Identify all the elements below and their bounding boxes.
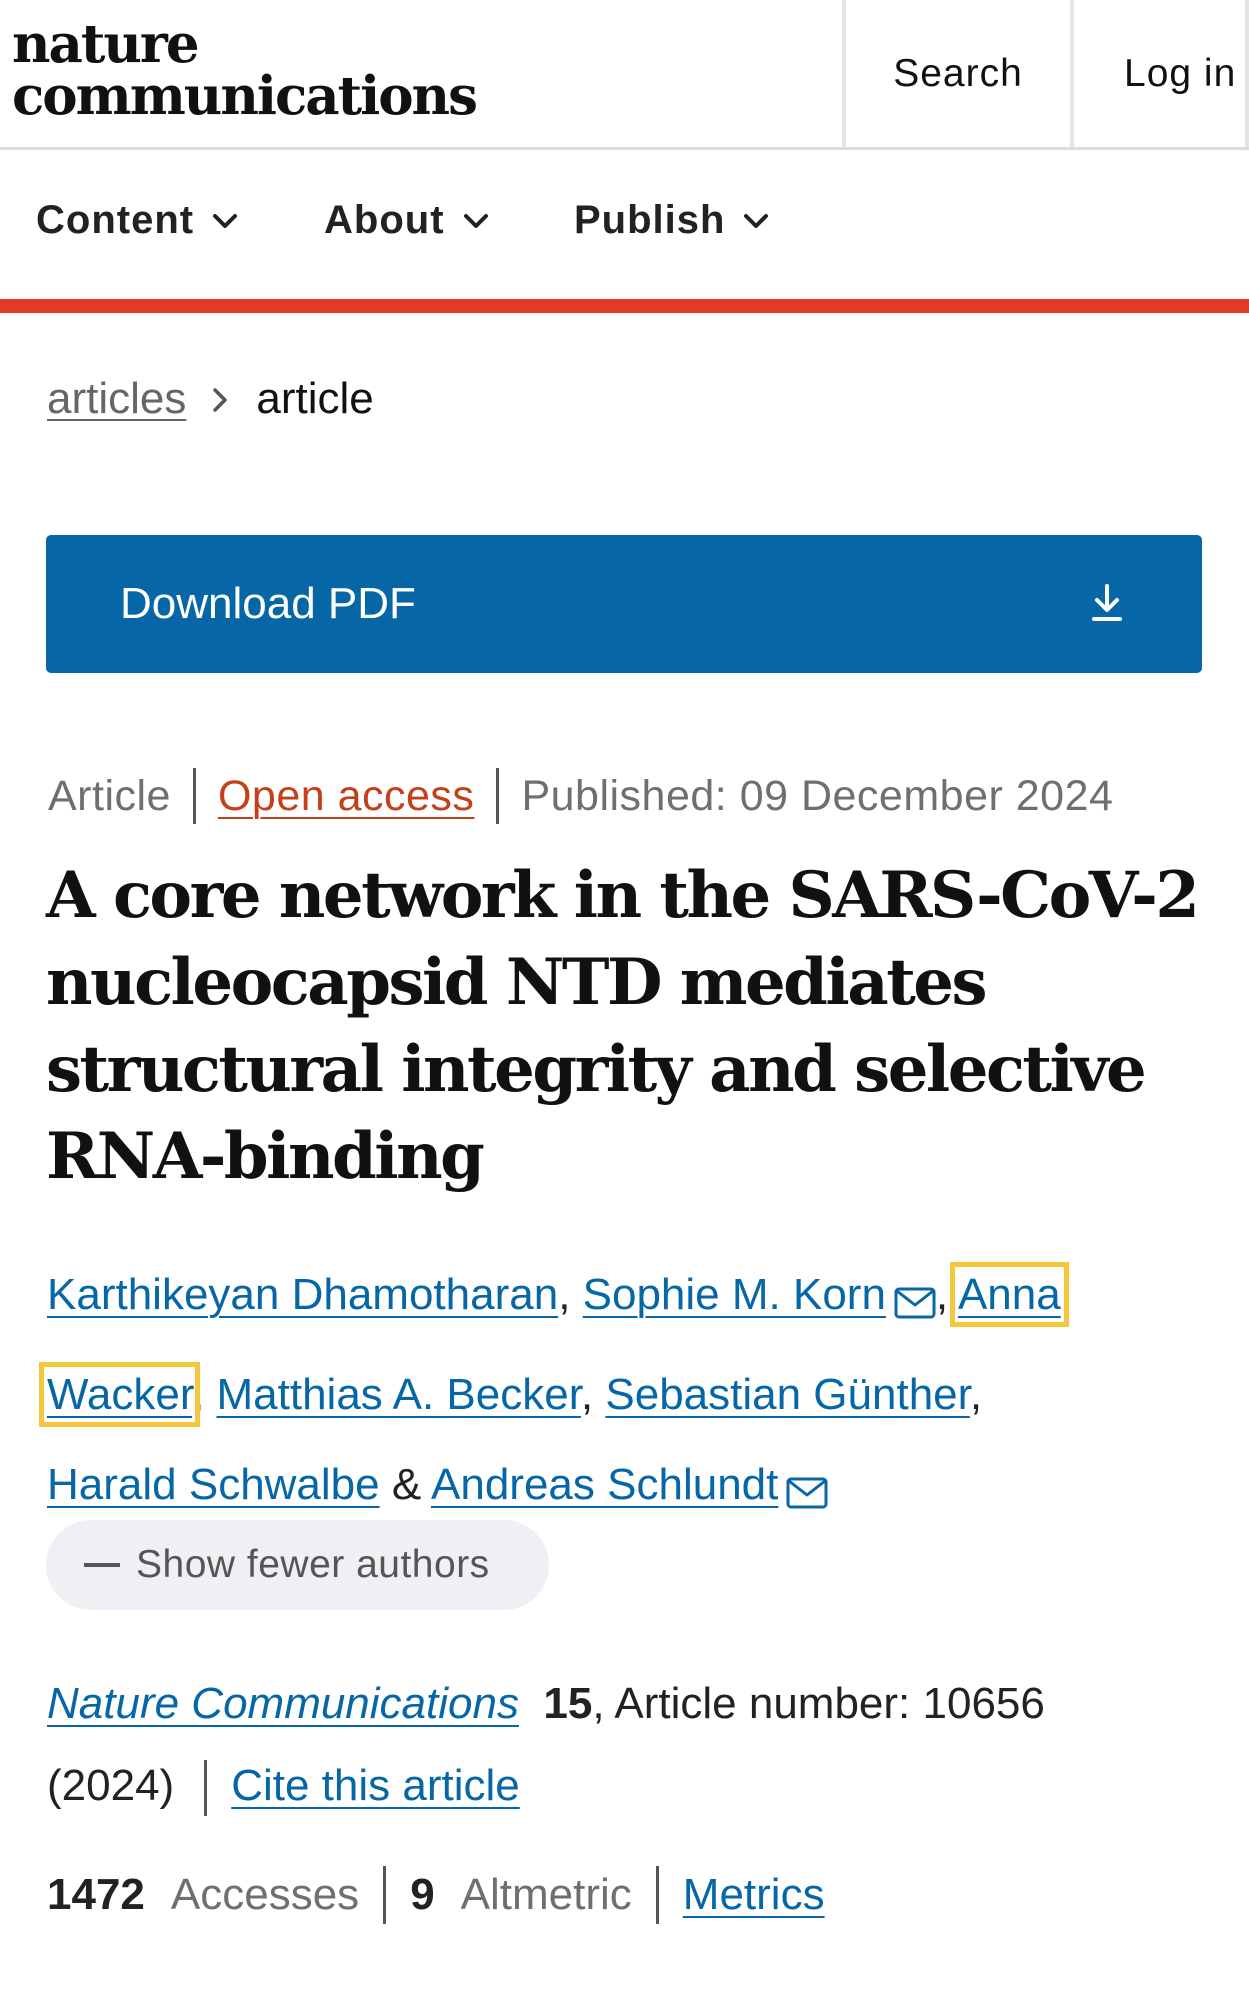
- accesses-label: Accesses: [170, 1870, 360, 1919]
- logo-line-1: nature: [12, 13, 200, 75]
- author-link[interactable]: Andreas Schlundt: [431, 1460, 778, 1509]
- breadcrumb-current: article: [256, 374, 374, 423]
- show-fewer-authors-label: Show fewer authors: [136, 1543, 490, 1586]
- journal-link[interactable]: Nature Communications: [47, 1679, 519, 1728]
- open-access-link[interactable]: Open access: [218, 772, 474, 821]
- article-type: Article: [48, 771, 171, 820]
- nature-communications-logo[interactable]: nature communications: [12, 13, 478, 127]
- login-button[interactable]: Log in: [1070, 0, 1249, 147]
- author-list: Karthikeyan Dhamotharan, Sophie M. Korn,…: [38, 1250, 1207, 1540]
- nav-about-label: About: [324, 198, 445, 242]
- download-pdf-button[interactable]: Download PDF: [46, 535, 1202, 673]
- nav-publish-label: Publish: [574, 198, 726, 242]
- altmetric-label: Altmetric: [460, 1870, 632, 1919]
- citation: Nature Communications 15, Article number…: [47, 1663, 1207, 1827]
- breadcrumb: articles article: [47, 374, 374, 424]
- article-title: A core network in the SARS-CoV-2 nucleoc…: [46, 858, 1200, 1194]
- search-button[interactable]: Search: [842, 0, 1070, 147]
- nav-about[interactable]: About: [324, 198, 489, 243]
- author-link-highlighted[interactable]: Anna: [949, 1262, 1069, 1327]
- minus-icon: [84, 1563, 120, 1567]
- cite-this-article-link[interactable]: Cite this article: [231, 1761, 520, 1810]
- chevron-right-icon: [212, 374, 228, 424]
- published-date: Published: 09 December 2024: [521, 771, 1114, 820]
- download-icon: [1092, 584, 1122, 621]
- nav-content-label: Content: [36, 198, 195, 242]
- article-metrics: 1472 Accesses 9 Altmetric Metrics: [47, 1866, 825, 1924]
- author-link[interactable]: Sophie M. Korn: [583, 1270, 886, 1319]
- altmetric-count: 9: [410, 1870, 435, 1919]
- publication-year: (2024): [47, 1761, 175, 1810]
- author-link[interactable]: Karthikeyan Dhamotharan: [47, 1270, 558, 1319]
- nav-publish[interactable]: Publish: [574, 198, 769, 243]
- logo-line-2: communications: [12, 65, 478, 127]
- mail-icon[interactable]: [894, 1260, 936, 1350]
- divider: [496, 768, 500, 824]
- volume-number: 15: [543, 1679, 593, 1728]
- brand-divider: [0, 299, 1249, 313]
- author-link[interactable]: Sebastian Günther: [605, 1370, 969, 1419]
- chevron-down-icon: [463, 213, 488, 228]
- mail-icon[interactable]: [786, 1450, 828, 1540]
- article-meta: Article Open access Published: 09 Decemb…: [48, 768, 1113, 824]
- download-pdf-label: Download PDF: [120, 579, 416, 628]
- article-number: , Article number: 10656: [592, 1679, 1045, 1728]
- divider: [655, 1866, 659, 1924]
- chevron-down-icon: [213, 213, 238, 228]
- breadcrumb-articles-link[interactable]: articles: [47, 374, 186, 424]
- author-link[interactable]: Matthias A. Becker: [217, 1370, 581, 1419]
- site-header: nature communications Search Log in: [0, 0, 1249, 150]
- accesses-count: 1472: [47, 1870, 145, 1919]
- divider: [204, 1760, 208, 1817]
- nav-content[interactable]: Content: [36, 198, 238, 243]
- show-fewer-authors-button[interactable]: Show fewer authors: [46, 1520, 549, 1610]
- chevron-down-icon: [744, 213, 769, 228]
- author-ampersand: &: [391, 1460, 422, 1509]
- metrics-link[interactable]: Metrics: [683, 1870, 825, 1920]
- author-link-highlighted[interactable]: Wacker: [38, 1362, 201, 1427]
- divider: [192, 768, 196, 824]
- author-link[interactable]: Harald Schwalbe: [47, 1460, 380, 1509]
- divider: [383, 1866, 387, 1924]
